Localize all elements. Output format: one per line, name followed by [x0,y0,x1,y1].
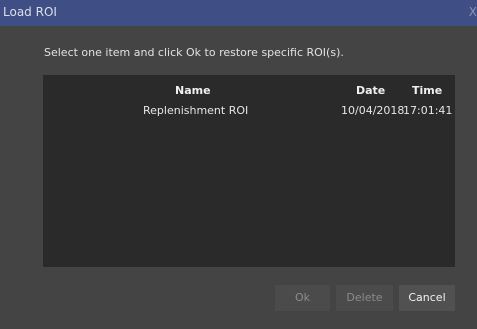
ok-button[interactable]: Ok [275,285,330,311]
instruction-text: Select one item and click Ok to restore … [44,46,344,59]
cell-time: 17:01:41 [403,104,453,117]
cancel-button[interactable]: Cancel [399,285,455,311]
table-row[interactable]: Replenishment ROI 10/04/2018 17:01:41 [43,101,455,119]
cell-name: Replenishment ROI [143,104,249,117]
column-header-date[interactable]: Date [356,84,385,97]
roi-list[interactable]: Name Date Time Replenishment ROI 10/04/2… [43,75,455,267]
column-header-time[interactable]: Time [412,84,442,97]
column-header-name[interactable]: Name [175,84,211,97]
load-roi-dialog: Load ROI X Select one item and click Ok … [0,0,477,329]
window-title: Load ROI [3,5,57,19]
cell-date: 10/04/2018 [341,104,405,117]
close-icon[interactable]: X [467,3,477,21]
title-bar[interactable]: Load ROI X [0,0,477,26]
delete-button[interactable]: Delete [336,285,393,311]
